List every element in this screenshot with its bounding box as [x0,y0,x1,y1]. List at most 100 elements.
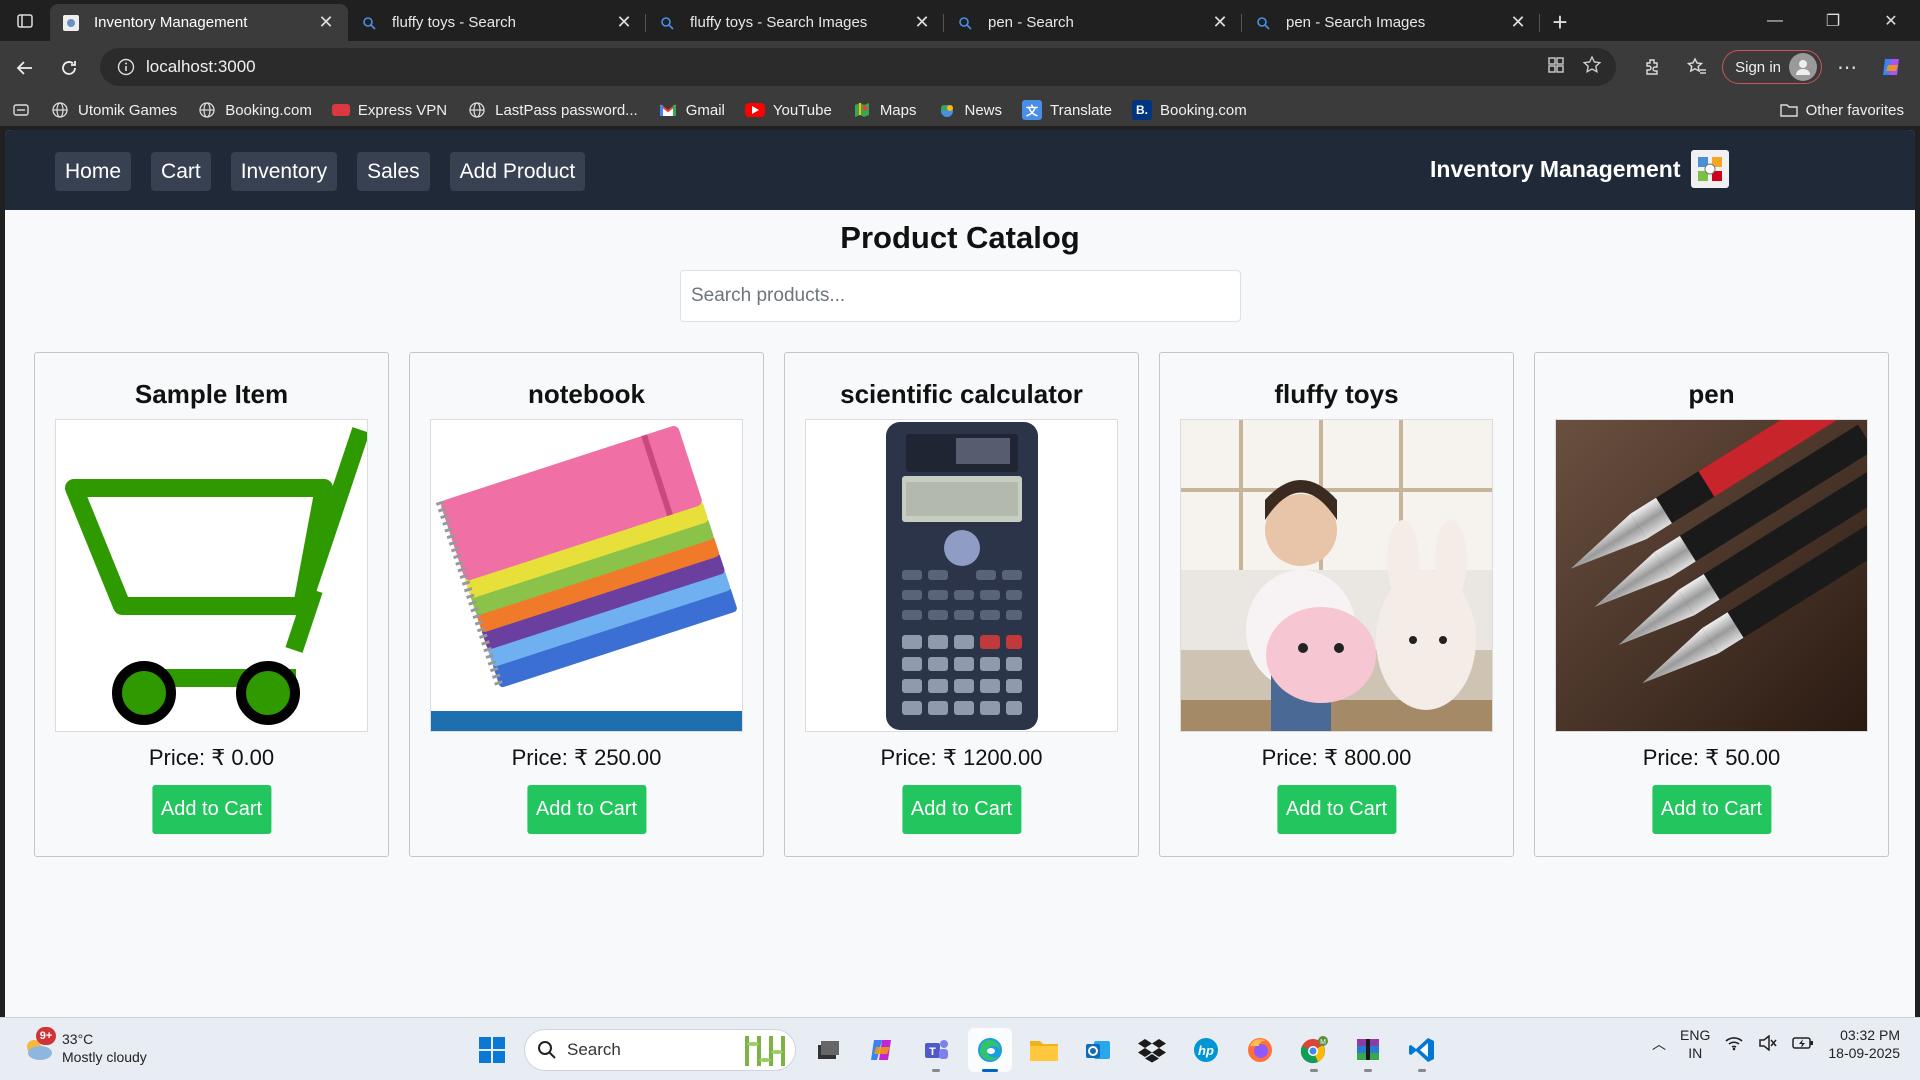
address-bar[interactable]: localhost:3000 [100,48,1616,86]
bookmark-youtube[interactable]: YouTube [744,102,832,119]
bookmark-booking[interactable]: Booking.com [197,100,312,120]
add-to-cart-button[interactable]: Add to Cart [901,785,1022,834]
bamboo-search-highlight-icon [745,1036,785,1066]
chevron-up-icon[interactable]: ︿ [1652,1034,1666,1054]
taskbar-search-box[interactable]: Search [524,1029,796,1071]
globe-icon [197,100,217,120]
nav-inventory-link[interactable]: Inventory [230,152,338,191]
product-card: fluffy toys Price: ₹ 800.00 Add to Cart [1159,352,1514,857]
bookmark-translate[interactable]: 文 Translate [1022,100,1112,120]
app-navbar: Home Cart Inventory Sales Add Product In… [5,130,1915,210]
bookmark-booking-2[interactable]: B. Booking.com [1132,100,1247,120]
task-view-icon[interactable] [806,1028,850,1072]
close-window-icon[interactable]: ✕ [1862,0,1920,41]
language-code: ENG [1680,1027,1711,1043]
url-text[interactable]: localhost:3000 [146,57,256,77]
product-price: Price: ₹ 50.00 [1642,745,1781,770]
clock-time: 03:32 PM [1840,1027,1900,1043]
bookmark-gmail[interactable]: Gmail [658,100,725,120]
tab-fluffy-toys-search[interactable]: fluffy toys - Search ✕ [348,4,646,41]
restore-icon[interactable]: ❐ [1804,0,1862,41]
bookmark-utomik-games[interactable]: Utomik Games [50,100,177,120]
file-explorer-icon[interactable] [1022,1028,1066,1072]
other-favorites[interactable]: Other favorites [1779,94,1904,126]
app-available-icon[interactable] [1546,55,1566,80]
svg-text:T: T [929,1046,936,1058]
reading-view-icon[interactable] [12,101,30,119]
more-options-icon[interactable]: ⋯ [1828,48,1866,86]
refresh-icon[interactable] [50,49,88,87]
windows-start-icon[interactable] [470,1028,514,1072]
shopping-cart-image [55,419,368,732]
wifi-icon[interactable] [1724,1035,1744,1054]
add-to-cart-button[interactable]: Add to Cart [526,785,647,834]
product-card: notebook Price: ₹ 250.00 Add to Cart [409,352,764,857]
product-card: pen Price: ₹ 50.00 Add to Cart [1534,352,1889,857]
hp-icon[interactable]: hp [1184,1028,1228,1072]
window-controls: — ❐ ✕ [1746,0,1920,41]
sign-in-button[interactable]: Sign in [1722,50,1822,84]
minimize-icon[interactable]: — [1746,0,1804,41]
new-tab-button[interactable]: + [1540,4,1580,41]
search-input[interactable] [680,270,1241,322]
close-icon[interactable]: ✕ [316,12,336,33]
taskbar: 9+ 33°C Mostly cloudy Search T hp M ︿ EN… [0,1017,1920,1080]
browser-tab-bar: Inventory Management ✕ fluffy toys - Sea… [0,0,1920,41]
search-icon [538,1041,556,1059]
product-name: notebook [528,379,645,409]
bookmark-label: Booking.com [1160,101,1247,119]
nav-sales-link[interactable]: Sales [357,152,430,191]
outlook-icon[interactable] [1076,1028,1120,1072]
nav-cart-link[interactable]: Cart [151,152,211,191]
bookmark-label: LastPass password... [495,101,638,119]
tab-actions-icon[interactable] [0,0,50,41]
close-icon[interactable]: ✕ [912,12,932,33]
tab-title: pen - Search [988,14,1074,31]
tab-fluffy-toys-search-images[interactable]: fluffy toys - Search Images ✕ [646,4,944,41]
chrome-icon[interactable]: M [1292,1028,1336,1072]
nav-add-product-link[interactable]: Add Product [449,152,586,191]
bookmark-news[interactable]: News [937,100,1003,120]
teams-icon[interactable]: T [914,1028,958,1072]
clock[interactable]: 03:32 PM 18-09-2025 [1828,1026,1900,1062]
copilot-icon[interactable] [1872,48,1910,86]
close-icon[interactable]: ✕ [1508,12,1528,33]
bookmark-label: News [964,101,1003,119]
winrar-icon[interactable] [1346,1028,1390,1072]
product-price: Price: ₹ 0.00 [148,745,275,770]
site-info-icon[interactable] [106,58,146,76]
translate-icon: 文 [1022,100,1043,120]
brand: Inventory Management [1430,150,1729,188]
plush-toys-image [1180,419,1493,732]
weather-widget[interactable]: 9+ 33°C Mostly cloudy [22,1027,147,1066]
add-to-cart-button[interactable]: Add to Cart [1276,785,1397,834]
address-bar-row: localhost:3000 Sign in ⋯ [0,41,1920,94]
back-icon[interactable] [6,49,44,87]
bookmark-maps[interactable]: Maps [852,100,917,120]
bookmark-express-vpn[interactable]: Express VPN [331,102,447,119]
close-icon[interactable]: ✕ [1210,12,1230,33]
extensions-icon[interactable] [1634,48,1672,86]
volume-muted-icon[interactable] [1758,1033,1778,1054]
firefox-icon[interactable] [1238,1028,1282,1072]
tab-inventory-management[interactable]: Inventory Management ✕ [50,4,348,41]
bookmark-lastpass[interactable]: LastPass password... [467,100,638,120]
add-to-cart-button[interactable]: Add to Cart [1651,785,1772,834]
tab-pen-search-images[interactable]: pen - Search Images ✕ [1242,4,1540,41]
vscode-icon[interactable] [1400,1028,1444,1072]
close-icon[interactable]: ✕ [614,12,634,33]
tab-pen-search[interactable]: pen - Search ✕ [944,4,1242,41]
bookmark-label: Utomik Games [78,101,178,119]
copilot-app-icon[interactable] [860,1028,904,1072]
product-card: Sample Item Price: ₹ 0.00 Add to Cart [34,352,389,857]
add-to-cart-button[interactable]: Add to Cart [151,785,272,834]
bookmark-label: Translate [1050,101,1112,119]
language-indicator[interactable]: ENG IN [1680,1026,1710,1062]
dropbox-icon[interactable] [1130,1028,1174,1072]
favorites-icon[interactable] [1678,48,1716,86]
edge-browser-icon[interactable] [968,1028,1012,1072]
expressvpn-icon [331,104,350,116]
favorite-star-icon[interactable] [1582,54,1602,80]
battery-charging-icon[interactable] [1792,1035,1814,1054]
nav-home-link[interactable]: Home [55,152,132,191]
